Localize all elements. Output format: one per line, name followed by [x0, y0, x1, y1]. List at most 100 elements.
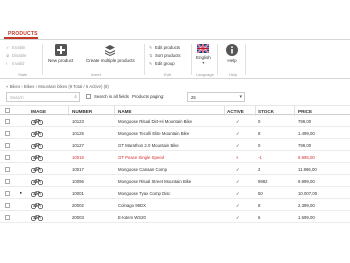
table-row[interactable]: 20002 Colnago 99DX ✓ 8 2.399,00 — [0, 200, 350, 211]
cell-price: 11.996,00 — [298, 167, 317, 172]
breadcrumb[interactable]: « Bikes › Bikes › Mountain bikes (9 Tota… — [6, 84, 109, 89]
cell-number: 10016 — [72, 155, 84, 160]
info-icon — [226, 44, 238, 56]
column-divider — [255, 106, 256, 116]
group-label-help: Help — [229, 72, 238, 77]
column-header-stock[interactable]: STOCK — [258, 109, 274, 114]
cell-price: 799,00 — [298, 119, 312, 124]
cell-active: ✓ — [236, 143, 240, 148]
table-row[interactable]: 10127 GT Marathon 2.0 Mountain Bike ✓ 0 799,… — [0, 140, 350, 151]
select-all-checkbox[interactable] — [5, 108, 10, 113]
table-row[interactable]: 10123 Mongoose Ritual Dirt-Hi Mountain Bi… — [0, 116, 350, 127]
new-product-button[interactable]: New product — [48, 44, 73, 63]
uk-flag-icon — [197, 44, 210, 53]
cell-name[interactable]: Mongoose Tyax Comp Disc — [118, 191, 170, 196]
table-row[interactable]: ▸ 10001 Mongoose Tyax Comp Disc ✓ 50 10.007,0… — [0, 188, 350, 199]
disable-button[interactable]: ⊘ Disable — [6, 53, 26, 58]
sort-products-button[interactable]: ⇅ Sort products — [149, 53, 181, 58]
cell-price: 799,00 — [298, 143, 312, 148]
group-label-insert: Insert — [91, 72, 102, 77]
cell-name[interactable]: Mongoose Tecolli Elite Mountain Bike — [118, 131, 189, 136]
cell-stock: 2 — [258, 167, 261, 172]
create-multiple-products-button[interactable]: Create multiple products — [86, 44, 135, 63]
products-paging-select[interactable]: 25 ▾ — [187, 92, 245, 102]
cell-number: 10127 — [72, 143, 84, 148]
group-label-edit: Edit — [164, 72, 171, 77]
search-icon[interactable]: ⌕ — [74, 94, 77, 100]
cell-number: 10017 — [72, 167, 84, 172]
cell-name[interactable]: Mongoose Ritual Street Mountain Bike — [118, 179, 191, 184]
cell-name[interactable]: E-totem WS20 — [118, 215, 146, 220]
row-checkbox[interactable] — [5, 119, 10, 124]
column-header-price[interactable]: PRICE — [298, 109, 312, 114]
cell-number: 10125 — [72, 131, 84, 136]
cell-active: ✓ — [236, 203, 240, 208]
cell-active: ✓ — [236, 191, 240, 196]
cell-name[interactable]: GT Peace Single Speed — [118, 155, 164, 160]
table-row[interactable]: 10125 Mongoose Tecolli Elite Mountain Bik… — [0, 128, 350, 139]
cell-name[interactable]: Colnago 99DX — [118, 203, 146, 208]
product-image — [30, 142, 44, 150]
cell-number: 10096 — [72, 179, 84, 184]
active-tab-indicator — [4, 37, 38, 39]
cell-active: ✓ — [236, 167, 240, 172]
dropdown-caret-icon: ▾ — [202, 60, 205, 65]
product-image — [30, 190, 44, 198]
column-header-image[interactable]: IMAGE — [31, 109, 46, 114]
column-header-name[interactable]: NAME — [118, 109, 132, 114]
product-image — [30, 130, 44, 138]
product-image — [30, 118, 44, 126]
row-checkbox[interactable] — [5, 167, 10, 172]
product-image — [30, 214, 44, 222]
cell-active: ✓ — [236, 131, 240, 136]
invalid-button[interactable]: ! Invalid — [6, 61, 24, 66]
cell-price: 1.699,00 — [298, 215, 315, 220]
search-all-fields-label: Search in all fields — [94, 94, 129, 99]
cell-number: 20003 — [72, 215, 84, 220]
cell-name[interactable]: GT Marathon 2.0 Mountain Bike — [118, 143, 179, 148]
pencil-icon: ✎ — [149, 60, 153, 66]
product-image — [30, 166, 44, 174]
enable-button[interactable]: ✓ Enable — [6, 45, 25, 50]
search-all-fields-checkbox[interactable] — [86, 94, 91, 99]
cell-name[interactable]: Mongoose Canaan Comp — [118, 167, 167, 172]
check-icon: ✓ — [6, 44, 10, 50]
row-checkbox[interactable] — [5, 191, 10, 196]
warning-icon: ! — [6, 60, 8, 66]
row-checkbox[interactable] — [5, 143, 10, 148]
cell-stock: 9982 — [258, 179, 268, 184]
pencil-icon: ✎ — [149, 44, 153, 50]
row-checkbox[interactable] — [5, 131, 10, 136]
cell-price: 2.399,00 — [298, 203, 315, 208]
edit-products-button[interactable]: ✎ Edit products — [149, 45, 180, 50]
cell-price: 6.995,00 — [298, 155, 315, 160]
cell-active: ✓ — [236, 215, 240, 220]
edit-group-button[interactable]: ✎ Edit group — [149, 61, 175, 66]
search-input[interactable]: Search ⌕ — [6, 92, 80, 102]
expand-arrow-icon[interactable]: ▸ — [20, 190, 22, 196]
sort-icon: ⇅ — [149, 52, 153, 58]
cell-stock: 50 — [258, 191, 263, 196]
group-divider — [191, 44, 192, 75]
cell-stock: 0 — [258, 143, 261, 148]
product-image — [30, 154, 44, 162]
table-row[interactable]: 20003 E-totem WS20 ✓ 6 1.699,00 — [0, 212, 350, 223]
plus-icon — [54, 44, 67, 56]
help-button[interactable]: Help — [226, 44, 238, 63]
table-row[interactable]: 10096 Mongoose Ritual Street Mountain Bik… — [0, 176, 350, 187]
table-row[interactable]: 10016 GT Peace Single Speed × -1 6.995,00 — [0, 152, 350, 163]
cell-stock: 8 — [258, 131, 261, 136]
product-image — [30, 178, 44, 186]
row-checkbox[interactable] — [5, 179, 10, 184]
cell-name[interactable]: Mongoose Ritual Dirt-Hi Mountain Bike — [118, 119, 192, 124]
column-header-active[interactable]: ACTIVE — [227, 109, 244, 114]
column-header-number[interactable]: NUMBER — [72, 109, 92, 114]
table-row[interactable]: 10017 Mongoose Canaan Comp ✓ 2 11.996,00 — [0, 164, 350, 175]
products-paging-label: Products paging: — [132, 94, 165, 99]
language-button[interactable]: English ▾ — [196, 44, 211, 65]
group-divider — [144, 44, 145, 75]
row-checkbox[interactable] — [5, 203, 10, 208]
row-checkbox[interactable] — [5, 215, 10, 220]
row-checkbox[interactable] — [5, 155, 10, 160]
cell-number: 10001 — [72, 191, 84, 196]
